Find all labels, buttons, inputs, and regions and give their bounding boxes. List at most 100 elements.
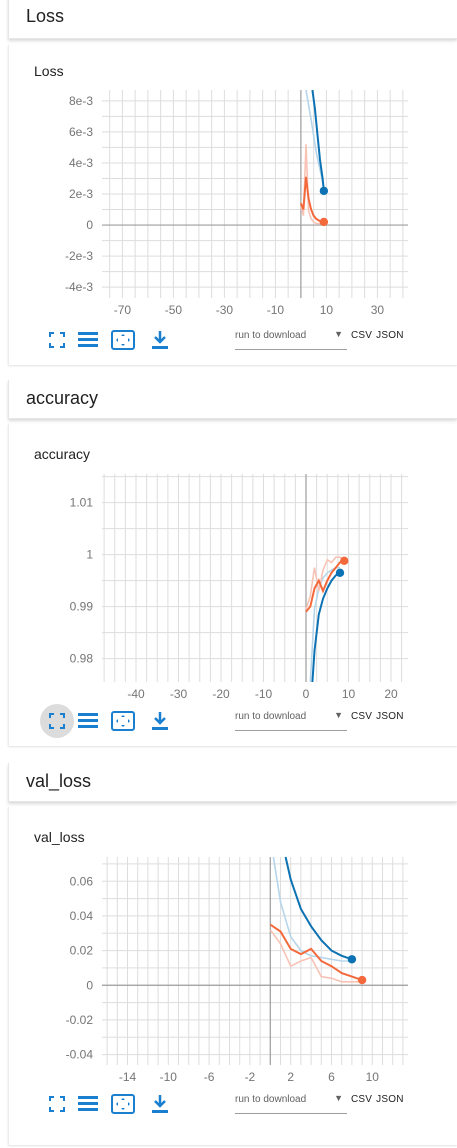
json-link[interactable]: JSON xyxy=(376,330,403,341)
x-tick-label: -6 xyxy=(204,1070,215,1084)
panel-header[interactable]: val_loss xyxy=(8,763,457,802)
y-tick-label: -2e-3 xyxy=(65,249,93,263)
blue-raw-line xyxy=(272,856,352,962)
download-icon xyxy=(151,1094,169,1114)
x-tick-label: -2 xyxy=(245,1070,256,1084)
x-tick-label: 20 xyxy=(384,687,398,701)
panel-header[interactable]: accuracy xyxy=(8,380,457,419)
zoom-fit-button[interactable] xyxy=(108,1089,138,1119)
zoom-fit-button[interactable] xyxy=(108,325,138,355)
y-tick-label: 0.06 xyxy=(70,874,94,888)
list-button[interactable] xyxy=(73,706,103,736)
y-tick-label: 0.02 xyxy=(70,944,94,958)
panel-header[interactable]: Loss xyxy=(8,0,457,39)
dropdown-arrow-icon: ▼ xyxy=(334,1093,343,1103)
y-tick-label: 0.99 xyxy=(70,600,94,614)
x-tick-label: 10 xyxy=(366,1070,380,1084)
x-tick-label: -10 xyxy=(267,303,285,317)
list-icon xyxy=(78,331,98,349)
panel-val-loss: val_loss val_loss -14 -10 -6 -2 2 6 10 0.06 0.04… xyxy=(8,763,457,1148)
fit-screen-button[interactable] xyxy=(42,1089,72,1119)
csv-link[interactable]: CSV xyxy=(351,711,372,722)
x-tick-label: -70 xyxy=(114,303,132,317)
panel-accuracy: accuracy accuracy -40 -30 -20 -10 0 10 20 1.01 1… xyxy=(8,380,457,763)
list-icon xyxy=(78,1095,98,1113)
panel-loss: Loss Loss -70 -50 -30 -10 10 30 8e-3 6e-3 4e-3 2e… xyxy=(8,0,457,380)
orange-end-point[interactable] xyxy=(340,556,349,566)
download-links: CSV JSON xyxy=(351,711,408,722)
orange-end-point[interactable] xyxy=(319,217,329,227)
fit-screen-icon xyxy=(48,331,66,349)
chart-card: Loss -70 -50 -30 -10 10 30 8e-3 6e-3 4e-3 2e-3 0 -2… xyxy=(8,45,457,365)
chart-toolbar: run to download ▼ CSV JSON xyxy=(9,325,457,355)
y-tick-label: 0 xyxy=(86,978,93,992)
chart-title: val_loss xyxy=(34,829,85,845)
blue-end-point[interactable] xyxy=(347,955,357,964)
y-tick-label: 0 xyxy=(86,218,93,232)
y-tick-label: 0.04 xyxy=(70,909,94,923)
y-tick-label: 0.98 xyxy=(70,652,94,666)
run-to-download-select[interactable]: run to download ▼ xyxy=(235,710,347,731)
download-icon xyxy=(151,330,169,350)
chart-svg[interactable]: -14 -10 -6 -2 2 6 10 0.06 0.04 0.02 0 -0.02 -0.04 xyxy=(9,856,457,1097)
select-value: run to download xyxy=(235,711,307,722)
x-tick-label: 6 xyxy=(328,1070,335,1084)
y-tick-label: 1.01 xyxy=(70,496,94,510)
x-tick-label: 0 xyxy=(303,687,310,701)
list-button[interactable] xyxy=(73,325,103,355)
download-icon xyxy=(151,711,169,731)
fit-screen-icon xyxy=(48,1095,66,1113)
x-tick-label: 10 xyxy=(342,687,356,701)
run-to-download-select[interactable]: run to download ▼ xyxy=(235,329,347,350)
download-button[interactable] xyxy=(145,706,175,736)
panel-title: accuracy xyxy=(26,388,99,408)
x-tick-label: -40 xyxy=(127,687,145,701)
y-tick-label: -0.02 xyxy=(66,1013,94,1027)
fit-screen-button[interactable] xyxy=(40,704,74,738)
csv-link[interactable]: CSV xyxy=(351,330,372,341)
chart-toolbar: run to download ▼ CSV JSON xyxy=(9,704,457,738)
chart-toolbar: run to download ▼ CSV JSON xyxy=(9,1089,457,1119)
x-tick-label: -50 xyxy=(165,303,183,317)
dropdown-arrow-icon: ▼ xyxy=(334,329,343,339)
y-tick-label: 2e-3 xyxy=(69,187,93,201)
dropdown-arrow-icon: ▼ xyxy=(334,710,343,720)
chart-card: accuracy -40 -30 -20 -10 0 10 20 1.01 1 0.99 0.98 … xyxy=(8,424,457,746)
x-tick-label: -30 xyxy=(170,687,188,701)
x-tick-label: 30 xyxy=(371,303,385,317)
y-tick-label: 6e-3 xyxy=(69,125,93,139)
orange-end-point[interactable] xyxy=(357,975,367,985)
zoom-fit-button[interactable] xyxy=(108,706,138,736)
x-tick-label: -10 xyxy=(160,1070,178,1084)
json-link[interactable]: JSON xyxy=(376,711,403,722)
zoom-fit-icon xyxy=(111,711,135,731)
zoom-fit-icon xyxy=(111,1094,135,1114)
x-tick-label: 10 xyxy=(320,303,334,317)
download-links: CSV JSON xyxy=(351,330,408,341)
download-button[interactable] xyxy=(145,325,175,355)
x-tick-label: -30 xyxy=(216,303,234,317)
csv-link[interactable]: CSV xyxy=(351,1094,372,1105)
y-tick-label: -0.04 xyxy=(66,1048,94,1062)
chart-title: Loss xyxy=(34,63,64,79)
chart-svg[interactable]: -70 -50 -30 -10 10 30 8e-3 6e-3 4e-3 2e-3 0 -2e-3 -4… xyxy=(9,89,457,330)
json-link[interactable]: JSON xyxy=(376,1094,403,1105)
fit-screen-button[interactable] xyxy=(42,325,72,355)
x-tick-label: 2 xyxy=(287,1070,294,1084)
x-tick-label: -20 xyxy=(212,687,230,701)
run-to-download-select[interactable]: run to download ▼ xyxy=(235,1093,347,1114)
chart-svg[interactable]: -40 -30 -20 -10 0 10 20 1.01 1 0.99 0.98 xyxy=(9,474,457,714)
select-value: run to download xyxy=(235,330,307,341)
blue-end-point[interactable] xyxy=(335,568,345,577)
y-tick-label: 1 xyxy=(86,548,93,562)
y-tick-label: 8e-3 xyxy=(69,94,93,108)
blue-end-point[interactable] xyxy=(319,186,329,196)
chart-title: accuracy xyxy=(34,446,91,462)
y-tick-label: 4e-3 xyxy=(69,156,93,170)
list-icon xyxy=(78,712,98,730)
download-button[interactable] xyxy=(145,1089,175,1119)
list-button[interactable] xyxy=(73,1089,103,1119)
x-tick-label: -14 xyxy=(119,1070,137,1084)
y-tick-label: -4e-3 xyxy=(65,280,93,294)
x-tick-label: -10 xyxy=(255,687,273,701)
